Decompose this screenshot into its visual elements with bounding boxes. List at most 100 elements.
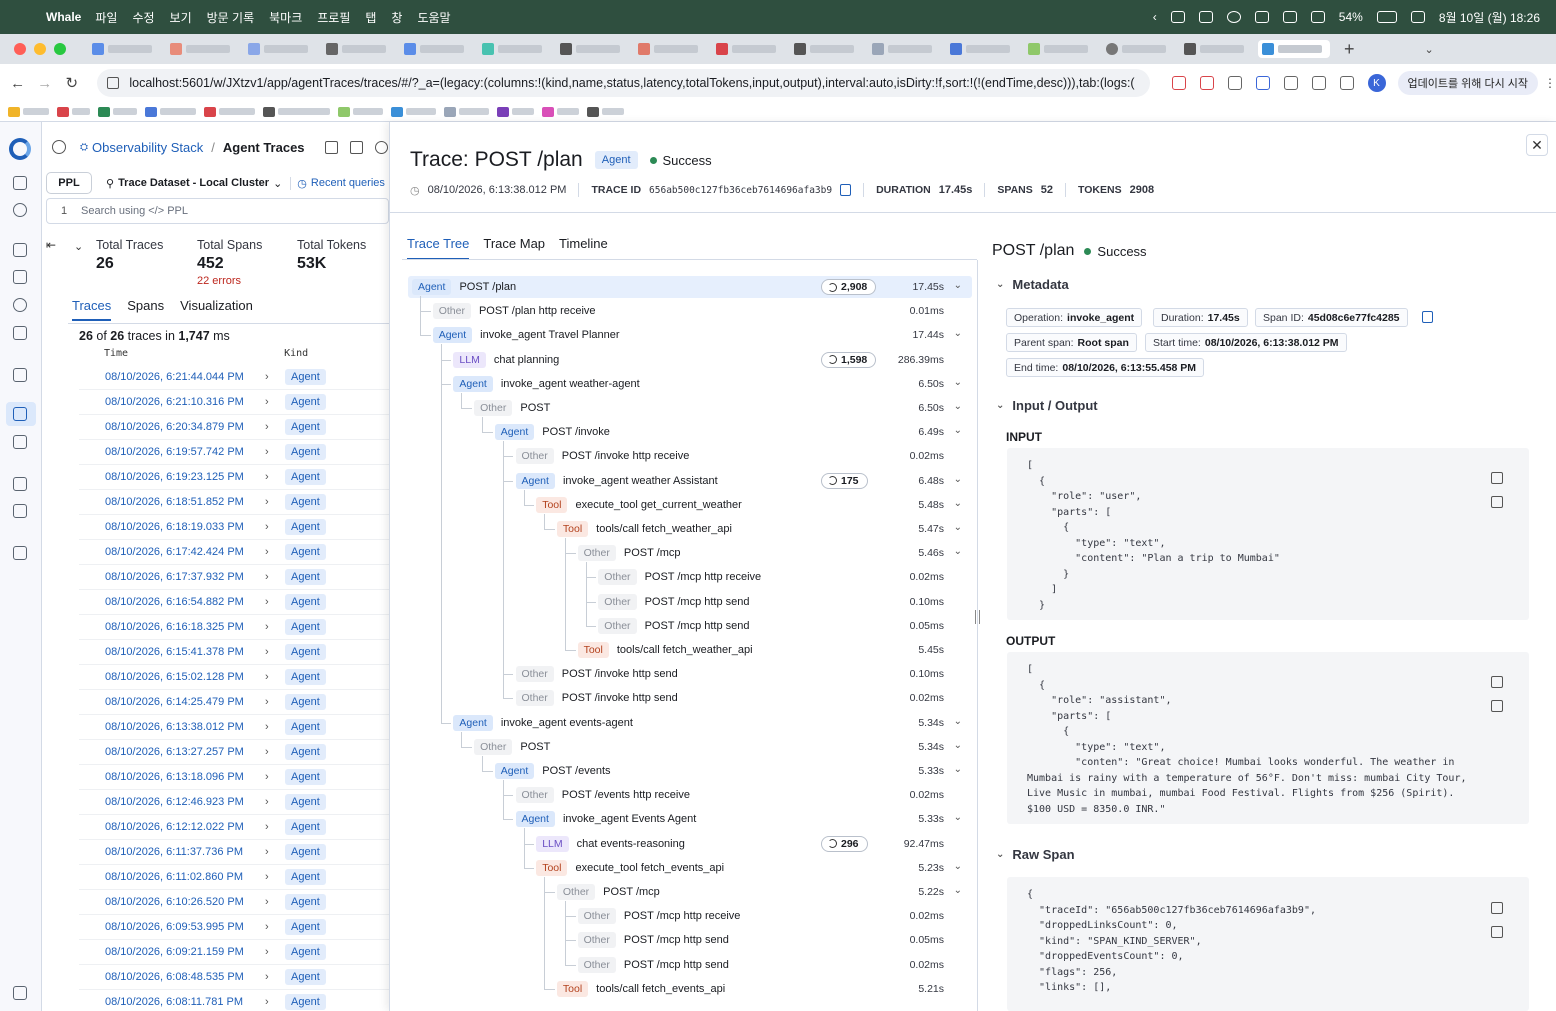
trace-time-link[interactable]: 08/10/2026, 6:19:23.125 PM — [105, 471, 265, 483]
chevron-right-icon[interactable]: › — [265, 846, 281, 858]
clock[interactable]: 8월 10일 (월) 18:26 — [1439, 9, 1540, 26]
span-row[interactable]: Tool tools/call fetch_weather_api 5.47s ⌄ — [408, 518, 972, 540]
flag-icon[interactable] — [1255, 76, 1270, 90]
trace-time-link[interactable]: 08/10/2026, 6:15:02.128 PM — [105, 671, 265, 683]
trace-time-link[interactable]: 08/10/2026, 6:12:12.022 PM — [105, 821, 265, 833]
management-icon[interactable] — [13, 546, 27, 560]
chevron-right-icon[interactable]: › — [265, 746, 281, 758]
column-kind[interactable]: Kind — [284, 348, 308, 359]
chevron-right-icon[interactable]: › — [265, 571, 281, 583]
bookmark[interactable] — [57, 106, 90, 117]
app-name[interactable]: Whale — [46, 10, 81, 24]
trace-time-link[interactable]: 08/10/2026, 6:17:37.932 PM — [105, 571, 265, 583]
trace-time-link[interactable]: 08/10/2026, 6:13:27.257 PM — [105, 746, 265, 758]
trace-time-link[interactable]: 08/10/2026, 6:13:18.096 PM — [105, 771, 265, 783]
menu-history[interactable]: 방문 기록 — [207, 9, 255, 26]
breadcrumb-parent[interactable]: ⛭ Observability Stack — [80, 140, 203, 155]
span-row[interactable]: Tool tools/call fetch_weather_api 5.45s — [408, 639, 972, 661]
chevron-right-icon[interactable]: › — [265, 496, 281, 508]
trace-time-link[interactable]: 08/10/2026, 6:17:42.424 PM — [105, 546, 265, 558]
table-row[interactable]: 08/10/2026, 6:15:41.378 PM › Agent — [79, 640, 389, 665]
trace-time-link[interactable]: 08/10/2026, 6:19:57.742 PM — [105, 446, 265, 458]
more-menu-icon[interactable]: ⋮ — [1544, 76, 1556, 90]
copy-icon[interactable] — [840, 184, 852, 196]
expand-chevron-icon[interactable]: ⌄ — [954, 280, 962, 291]
span-row[interactable]: Other POST /invoke http receive 0.02ms — [408, 445, 972, 467]
span-row[interactable]: Other POST /mcp http send 0.10ms — [408, 591, 972, 613]
browser-tab[interactable] — [1024, 40, 1096, 58]
tab-trace-tree[interactable]: Trace Tree — [407, 236, 470, 260]
expand-chevron-icon[interactable]: ⌄ — [954, 498, 962, 509]
browser-tab[interactable] — [556, 40, 628, 58]
browser-tab[interactable] — [1102, 40, 1174, 58]
tab-spans[interactable]: Spans — [127, 298, 164, 321]
menu-bookmarks[interactable]: 북마크 — [269, 9, 302, 26]
dock-icon[interactable] — [13, 176, 27, 190]
browser-tab[interactable] — [868, 40, 940, 58]
trace-time-link[interactable]: 08/10/2026, 6:10:26.520 PM — [105, 896, 265, 908]
span-row[interactable]: Tool execute_tool fetch_events_api 5.23s ⌄ — [408, 857, 972, 879]
chevron-right-icon[interactable]: › — [265, 546, 281, 558]
trace-time-link[interactable]: 08/10/2026, 6:16:54.882 PM — [105, 596, 265, 608]
capture-icon[interactable] — [1311, 76, 1326, 90]
browser-tab[interactable] — [166, 40, 238, 58]
span-row[interactable]: Other POST /invoke http send 0.02ms — [408, 687, 972, 709]
dashboard-icon[interactable] — [13, 270, 27, 284]
span-row[interactable]: Agent POST /plan 2,908 17.45s ⌄ — [408, 276, 972, 298]
minimize-window-button[interactable] — [34, 43, 46, 55]
trace-time-link[interactable]: 08/10/2026, 6:12:46.923 PM — [105, 796, 265, 808]
play-icon[interactable] — [1226, 11, 1241, 23]
close-flyout-button[interactable]: ✕ — [1526, 134, 1548, 156]
menu-view[interactable]: 보기 — [170, 9, 192, 26]
forward-icon[interactable]: → — [31, 75, 58, 92]
span-row[interactable]: Agent invoke_agent events-agent 5.34s ⌄ — [408, 712, 972, 734]
trace-time-link[interactable]: 08/10/2026, 6:18:19.033 PM — [105, 521, 265, 533]
table-row[interactable]: 08/10/2026, 6:18:51.852 PM › Agent — [79, 490, 389, 515]
trace-time-link[interactable]: 08/10/2026, 6:20:34.879 PM — [105, 421, 265, 433]
column-time[interactable]: Time — [104, 348, 128, 359]
chevron-right-icon[interactable]: › — [265, 946, 281, 958]
chevron-down-icon[interactable]: ⌄ — [74, 240, 83, 253]
browser-tab[interactable] — [322, 40, 394, 58]
chevron-left-icon[interactable]: ‹ — [1153, 10, 1157, 24]
menu-tab[interactable]: 탭 — [365, 9, 376, 26]
trace-time-link[interactable]: 08/10/2026, 6:21:10.316 PM — [105, 396, 265, 408]
opensearch-logo-icon[interactable] — [9, 138, 31, 160]
extension-icon[interactable] — [1198, 11, 1213, 23]
table-row[interactable]: 08/10/2026, 6:21:10.316 PM › Agent — [79, 390, 389, 415]
table-row[interactable]: 08/10/2026, 6:19:57.742 PM › Agent — [79, 440, 389, 465]
browser-tab[interactable] — [400, 40, 472, 58]
open-folder-icon[interactable] — [349, 140, 363, 154]
chevron-right-icon[interactable]: › — [265, 596, 281, 608]
browser-tab[interactable] — [634, 40, 706, 58]
copy-span-id-icon[interactable] — [1422, 311, 1433, 323]
trace-time-link[interactable]: 08/10/2026, 6:18:51.852 PM — [105, 496, 265, 508]
trace-time-link[interactable]: 08/10/2026, 6:21:44.044 PM — [105, 371, 265, 383]
expand-chevron-icon[interactable]: ⌄ — [954, 885, 962, 896]
table-row[interactable]: 08/10/2026, 6:13:18.096 PM › Agent — [79, 765, 389, 790]
span-row[interactable]: Other POST /mcp http send 0.02ms — [408, 954, 972, 976]
site-info-icon[interactable] — [107, 77, 120, 89]
chevron-right-icon[interactable]: › — [265, 396, 281, 408]
back-icon[interactable]: ← — [4, 75, 31, 92]
fullscreen-icon[interactable] — [1491, 676, 1503, 688]
integrations-icon[interactable] — [13, 504, 27, 518]
browser-tab[interactable] — [88, 40, 160, 58]
reload-icon[interactable]: ↻ — [58, 74, 85, 92]
bookmark[interactable] — [145, 106, 196, 117]
table-row[interactable]: 08/10/2026, 6:08:11.781 PM › Agent — [79, 990, 389, 1011]
collapse-sidebar-icon[interactable]: ⇤ — [46, 238, 56, 252]
link-icon[interactable] — [1171, 76, 1186, 90]
chevron-right-icon[interactable]: › — [265, 421, 281, 433]
language-toggle[interactable]: PPL — [46, 172, 92, 194]
trace-time-link[interactable]: 08/10/2026, 6:11:37.736 PM — [105, 846, 265, 858]
chevron-right-icon[interactable]: › — [265, 771, 281, 783]
expand-chevron-icon[interactable]: ⌄ — [954, 522, 962, 533]
table-row[interactable]: 08/10/2026, 6:11:37.736 PM › Agent — [79, 840, 389, 865]
table-row[interactable]: 08/10/2026, 6:12:46.923 PM › Agent — [79, 790, 389, 815]
bookmark[interactable] — [338, 106, 383, 117]
trace-time-link[interactable]: 08/10/2026, 6:11:02.860 PM — [105, 871, 265, 883]
search-icon[interactable] — [13, 203, 27, 217]
trace-time-link[interactable]: 08/10/2026, 6:13:38.012 PM — [105, 721, 265, 733]
wifi-icon[interactable] — [1310, 11, 1325, 23]
